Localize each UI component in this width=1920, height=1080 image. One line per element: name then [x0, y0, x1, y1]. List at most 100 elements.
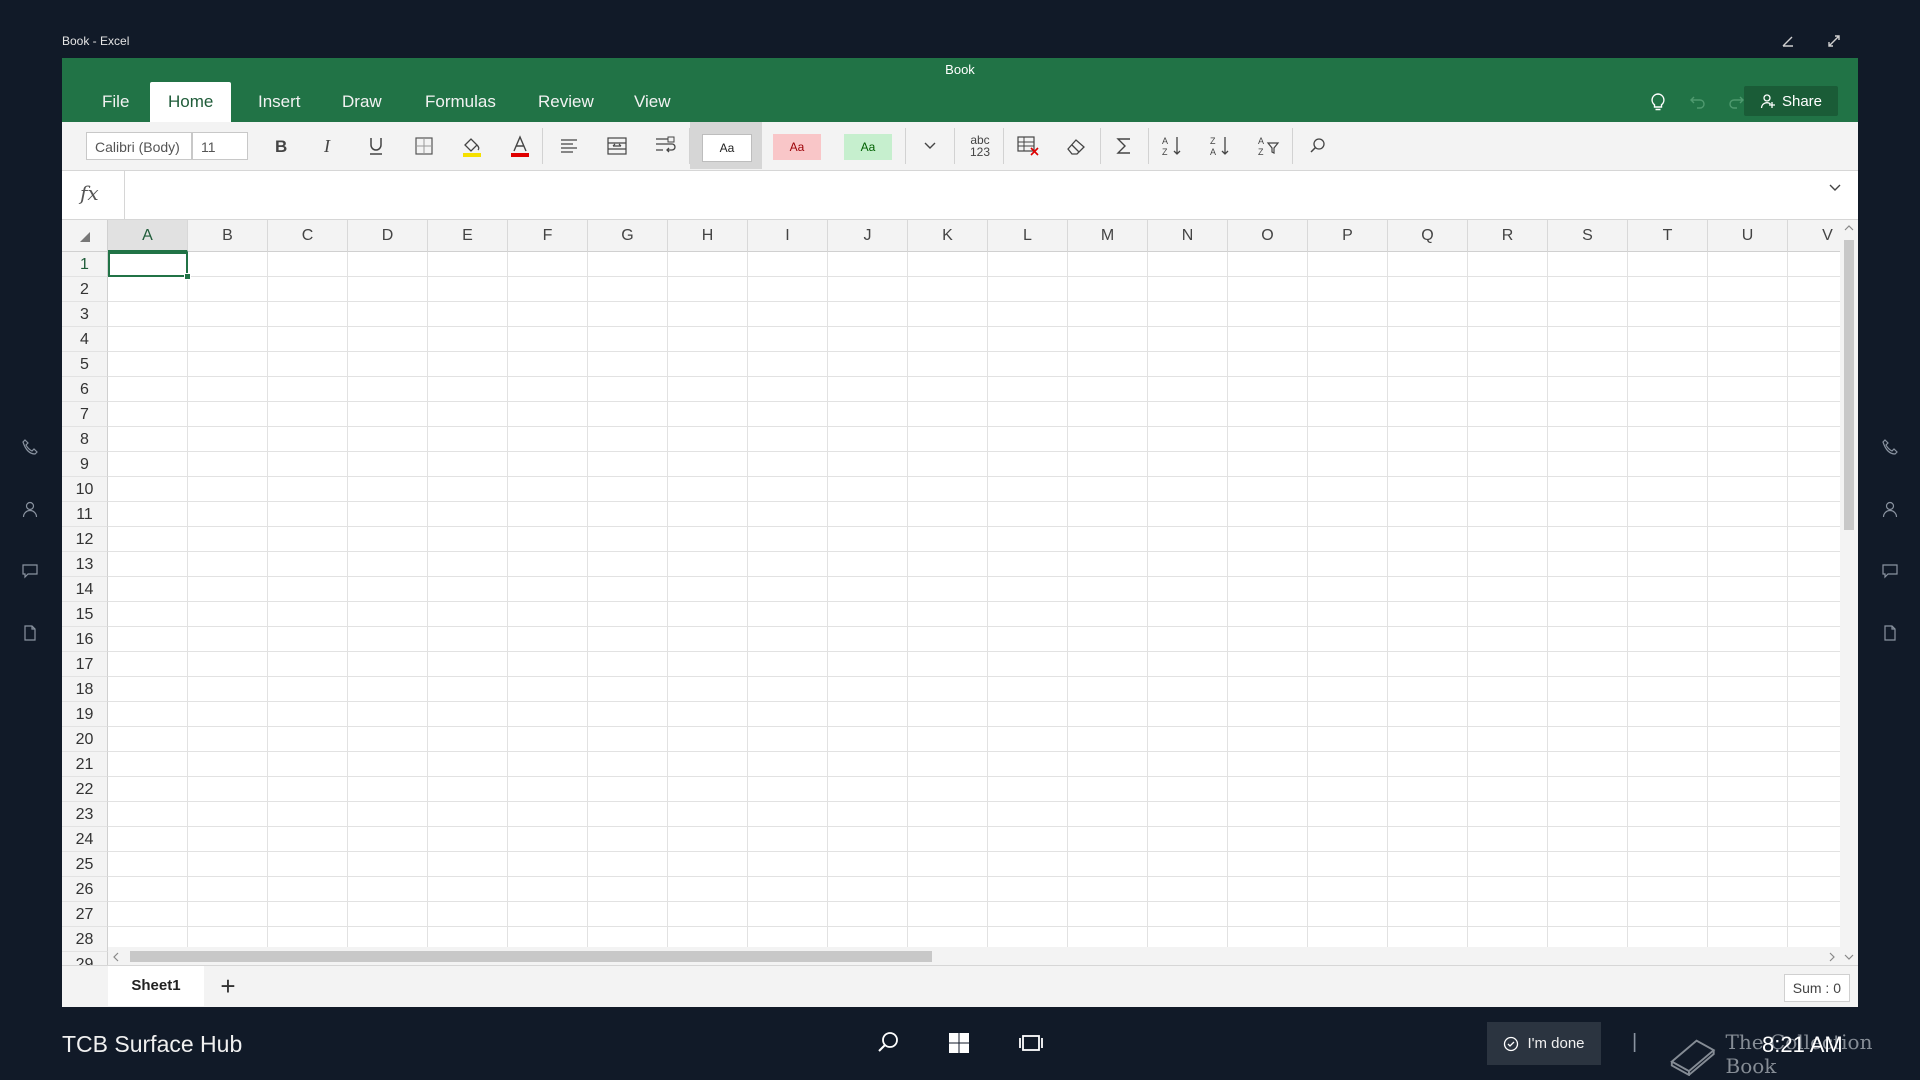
column-header-l[interactable]: L: [988, 220, 1068, 252]
add-sheet-button[interactable]: +: [212, 970, 244, 1002]
style-normal-chip[interactable]: Aa: [702, 134, 752, 162]
row-header-14[interactable]: 14: [62, 577, 108, 602]
bold-icon[interactable]: B: [264, 130, 296, 162]
chat-icon[interactable]: [1875, 556, 1905, 586]
phone-icon[interactable]: [15, 432, 45, 462]
windows-start-icon[interactable]: [939, 1025, 979, 1061]
number-format-icon[interactable]: abc 123: [962, 130, 998, 162]
row-header-8[interactable]: 8: [62, 427, 108, 452]
selected-cell[interactable]: [108, 252, 188, 277]
column-header-n[interactable]: N: [1148, 220, 1228, 252]
row-header-27[interactable]: 27: [62, 902, 108, 927]
row-header-29[interactable]: 29: [62, 952, 108, 965]
column-header-u[interactable]: U: [1708, 220, 1788, 252]
row-header-26[interactable]: 26: [62, 877, 108, 902]
row-header-2[interactable]: 2: [62, 277, 108, 302]
merge-center-icon[interactable]: [601, 130, 633, 162]
tab-formulas[interactable]: Formulas: [407, 82, 514, 122]
column-header-k[interactable]: K: [908, 220, 988, 252]
chat-icon[interactable]: [15, 556, 45, 586]
row-header-21[interactable]: 21: [62, 752, 108, 777]
tab-review[interactable]: Review: [520, 82, 612, 122]
horizontal-scroll-thumb[interactable]: [130, 951, 932, 962]
row-header-10[interactable]: 10: [62, 477, 108, 502]
row-header-5[interactable]: 5: [62, 352, 108, 377]
column-header-h[interactable]: H: [668, 220, 748, 252]
row-header-25[interactable]: 25: [62, 852, 108, 877]
row-header-4[interactable]: 4: [62, 327, 108, 352]
row-header-12[interactable]: 12: [62, 527, 108, 552]
clear-eraser-icon[interactable]: [1060, 130, 1092, 162]
select-all-corner[interactable]: [62, 220, 108, 252]
document-icon[interactable]: [1875, 618, 1905, 648]
search-icon[interactable]: [1302, 130, 1334, 162]
column-header-t[interactable]: T: [1628, 220, 1708, 252]
row-header-9[interactable]: 9: [62, 452, 108, 477]
row-header-18[interactable]: 18: [62, 677, 108, 702]
column-header-s[interactable]: S: [1548, 220, 1628, 252]
column-header-q[interactable]: Q: [1388, 220, 1468, 252]
vertical-scroll-thumb[interactable]: [1844, 240, 1854, 530]
spreadsheet-grid[interactable]: ABCDEFGHIJKLMNOPQRSTUV 1 2 3 4 5 6 7 8 9 10 11 12 13…: [62, 220, 1840, 965]
row-header-28[interactable]: 28: [62, 927, 108, 952]
column-header-m[interactable]: M: [1068, 220, 1148, 252]
wrap-text-icon[interactable]: [649, 130, 681, 162]
align-left-icon[interactable]: [553, 130, 585, 162]
column-header-p[interactable]: P: [1308, 220, 1388, 252]
row-header-22[interactable]: 22: [62, 777, 108, 802]
row-header-6[interactable]: 6: [62, 377, 108, 402]
column-header-v[interactable]: V: [1788, 220, 1840, 252]
sort-filter-icon[interactable]: AZ: [1252, 130, 1284, 162]
font-name-box[interactable]: Calibri (Body): [86, 132, 192, 160]
font-color-icon[interactable]: [504, 130, 536, 162]
column-header-j[interactable]: J: [828, 220, 908, 252]
column-header-b[interactable]: B: [188, 220, 268, 252]
search-icon[interactable]: [868, 1025, 908, 1061]
delete-cells-icon[interactable]: [1012, 130, 1044, 162]
style-bad-chip[interactable]: Aa: [773, 134, 821, 160]
font-size-box[interactable]: 11: [192, 132, 248, 160]
column-header-f[interactable]: F: [508, 220, 588, 252]
row-header-17[interactable]: 17: [62, 652, 108, 677]
row-header-7[interactable]: 7: [62, 402, 108, 427]
autosum-icon[interactable]: [1108, 130, 1140, 162]
fullscreen-icon[interactable]: [1822, 29, 1846, 53]
tab-draw[interactable]: Draw: [324, 82, 400, 122]
row-header-1[interactable]: 1: [62, 252, 108, 277]
chevron-down-icon[interactable]: [914, 130, 946, 162]
italic-icon[interactable]: I: [312, 130, 344, 162]
underline-icon[interactable]: [360, 130, 392, 162]
phone-icon[interactable]: [1875, 432, 1905, 462]
column-header-d[interactable]: D: [348, 220, 428, 252]
formula-input[interactable]: [132, 179, 1782, 211]
column-header-e[interactable]: E: [428, 220, 508, 252]
sort-ascending-icon[interactable]: AZ: [1156, 130, 1188, 162]
row-header-23[interactable]: 23: [62, 802, 108, 827]
column-header-r[interactable]: R: [1468, 220, 1548, 252]
sort-descending-icon[interactable]: ZA: [1204, 130, 1236, 162]
column-header-g[interactable]: G: [588, 220, 668, 252]
tab-insert[interactable]: Insert: [240, 82, 319, 122]
row-header-19[interactable]: 19: [62, 702, 108, 727]
borders-icon[interactable]: [408, 130, 440, 162]
pen-icon[interactable]: [1776, 29, 1800, 53]
column-header-c[interactable]: C: [268, 220, 348, 252]
vertical-scrollbar[interactable]: [1840, 220, 1858, 965]
tab-home[interactable]: Home: [150, 82, 232, 122]
fill-color-icon[interactable]: [456, 130, 488, 162]
row-header-11[interactable]: 11: [62, 502, 108, 527]
cell-area[interactable]: [108, 252, 1840, 965]
share-button[interactable]: Share: [1744, 86, 1838, 116]
row-header-24[interactable]: 24: [62, 827, 108, 852]
row-header-16[interactable]: 16: [62, 627, 108, 652]
tab-view[interactable]: View: [616, 82, 689, 122]
column-header-a[interactable]: A: [108, 220, 188, 252]
person-icon[interactable]: [15, 494, 45, 524]
person-icon[interactable]: [1875, 494, 1905, 524]
sheet-tab-sheet1[interactable]: Sheet1: [108, 966, 204, 1006]
im-done-button[interactable]: I'm done: [1487, 1022, 1601, 1065]
style-good-chip[interactable]: Aa: [844, 134, 892, 160]
row-header-20[interactable]: 20: [62, 727, 108, 752]
expand-formula-icon[interactable]: [1828, 183, 1842, 193]
task-view-icon[interactable]: [1011, 1025, 1051, 1061]
